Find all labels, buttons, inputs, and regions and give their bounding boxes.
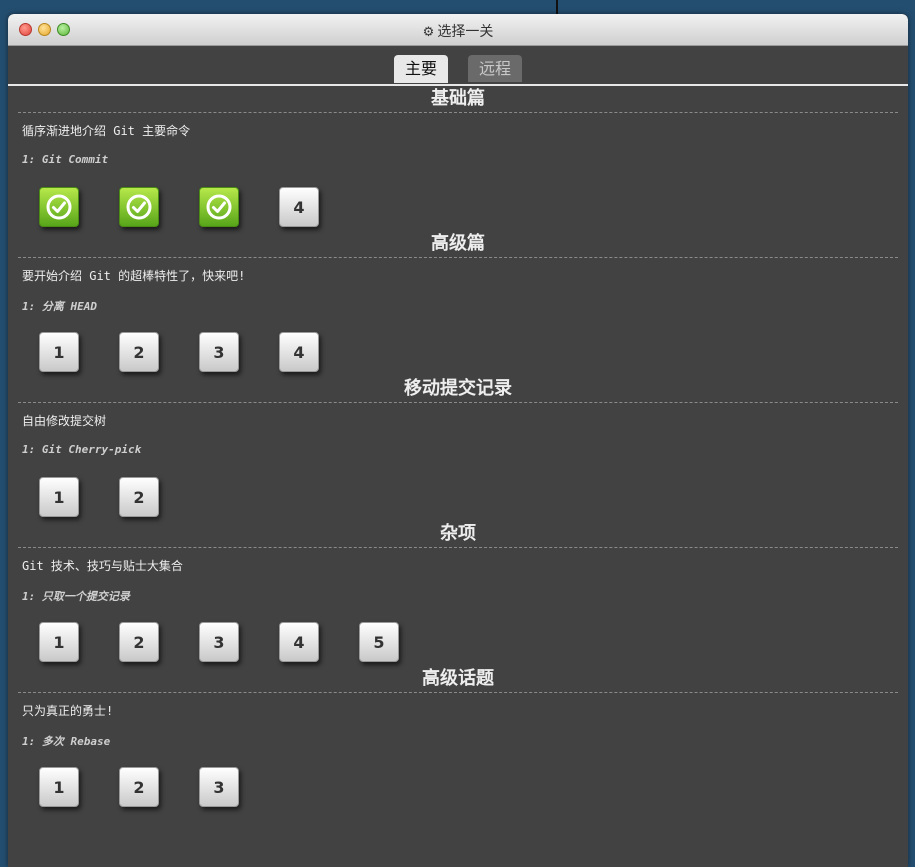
titlebar: ⚙ 选择一关 bbox=[8, 14, 908, 46]
check-circle-icon bbox=[126, 194, 152, 220]
tab-remote[interactable]: 远程 bbox=[468, 55, 522, 82]
level-button[interactable]: 2 bbox=[119, 767, 159, 807]
level-button[interactable]: 3 bbox=[199, 622, 239, 662]
level-number: 3 bbox=[213, 777, 225, 797]
level-button[interactable]: 1 bbox=[39, 767, 79, 807]
level-number: 4 bbox=[293, 197, 305, 217]
level-name: 1: Git Commit bbox=[22, 153, 109, 166]
level-button[interactable]: 1 bbox=[39, 477, 79, 517]
section-title: 杂项 bbox=[18, 521, 898, 548]
level-number: 4 bbox=[293, 632, 305, 652]
tab-bar: 主要 远程 bbox=[8, 46, 908, 86]
level-number: 1 bbox=[53, 342, 65, 362]
level-button[interactable]: 4 bbox=[279, 622, 319, 662]
level-number: 2 bbox=[133, 342, 145, 362]
level-button[interactable] bbox=[119, 187, 159, 227]
section-title: 移动提交记录 bbox=[18, 376, 898, 403]
level-button[interactable]: 2 bbox=[119, 477, 159, 517]
level-number: 3 bbox=[213, 632, 225, 652]
level-button-row: 1 2 3 4 bbox=[39, 332, 908, 376]
level-button[interactable]: 4 bbox=[279, 332, 319, 372]
section-description: 要开始介绍 Git 的超棒特性了，快来吧! bbox=[22, 269, 246, 283]
section-1: 高级篇要开始介绍 Git 的超棒特性了，快来吧! 1: 分离 HEAD 1 2 3 4 bbox=[8, 231, 908, 376]
section-2: 移动提交记录 自由修改提交树 1: Git Cherry-pick 1 2 bbox=[8, 376, 908, 521]
level-button[interactable]: 5 bbox=[359, 622, 399, 662]
level-button-row: 4 bbox=[39, 187, 908, 231]
gear-icon: ⚙ bbox=[422, 25, 435, 40]
section-4: 高级话题只为真正的勇士! 1: 多次 Rebase 1 2 3 bbox=[8, 666, 908, 811]
level-number: 1 bbox=[53, 632, 65, 652]
level-number: 3 bbox=[213, 342, 225, 362]
section-title: 高级话题 bbox=[18, 666, 898, 693]
window-title-wrap: ⚙ 选择一关 bbox=[8, 21, 908, 41]
section-3: 杂项 Git 技术、技巧与贴士大集合 1: 只取一个提交记录 1 2 3 4 5 bbox=[8, 521, 908, 666]
level-number: 5 bbox=[373, 632, 385, 652]
level-name: 1: Git Cherry-pick bbox=[22, 443, 142, 456]
level-name: 1: 分离 HEAD bbox=[22, 300, 97, 313]
check-circle-icon bbox=[206, 194, 232, 220]
section-0: 基础篇循序渐进地介绍 Git 主要命令 1: Git Commit 4 bbox=[8, 86, 908, 231]
section-title: 基础篇 bbox=[18, 86, 898, 113]
level-select-window: ⚙ 选择一关 主要 远程 基础篇循序渐进地介绍 Git 主要命令 1: Git Co… bbox=[8, 14, 908, 867]
level-number: 2 bbox=[133, 632, 145, 652]
level-button-row: 1 2 3 bbox=[39, 767, 908, 811]
level-button[interactable] bbox=[39, 187, 79, 227]
section-title: 高级篇 bbox=[18, 231, 898, 258]
level-name: 1: 多次 Rebase bbox=[22, 735, 111, 748]
level-button[interactable]: 4 bbox=[279, 187, 319, 227]
section-description: 自由修改提交树 bbox=[22, 414, 107, 428]
check-circle-icon bbox=[46, 194, 72, 220]
level-name: 1: 只取一个提交记录 bbox=[22, 590, 130, 603]
level-button-row: 1 2 3 4 5 bbox=[39, 622, 908, 666]
level-number: 1 bbox=[53, 487, 65, 507]
level-button[interactable]: 3 bbox=[199, 767, 239, 807]
level-button[interactable]: 1 bbox=[39, 332, 79, 372]
level-button[interactable]: 2 bbox=[119, 332, 159, 372]
tab-main[interactable]: 主要 bbox=[394, 55, 448, 83]
section-description: 只为真正的勇士! bbox=[22, 704, 114, 718]
section-description: Git 技术、技巧与贴士大集合 bbox=[22, 559, 183, 573]
window-title: 选择一关 bbox=[437, 24, 494, 40]
level-number: 4 bbox=[293, 342, 305, 362]
level-number: 1 bbox=[53, 777, 65, 797]
level-button[interactable]: 2 bbox=[119, 622, 159, 662]
level-number: 2 bbox=[133, 777, 145, 797]
section-description: 循序渐进地介绍 Git 主要命令 bbox=[22, 124, 191, 138]
desktop-divider bbox=[556, 0, 558, 14]
level-number: 2 bbox=[133, 487, 145, 507]
level-button[interactable] bbox=[199, 187, 239, 227]
level-sections: 基础篇 循序渐进地介绍 Git 主要命令 1: Git Commit 4 高级篇 要开始介… bbox=[8, 86, 908, 811]
level-button[interactable]: 1 bbox=[39, 622, 79, 662]
level-button-row: 12 bbox=[39, 477, 908, 521]
level-button[interactable]: 3 bbox=[199, 332, 239, 372]
